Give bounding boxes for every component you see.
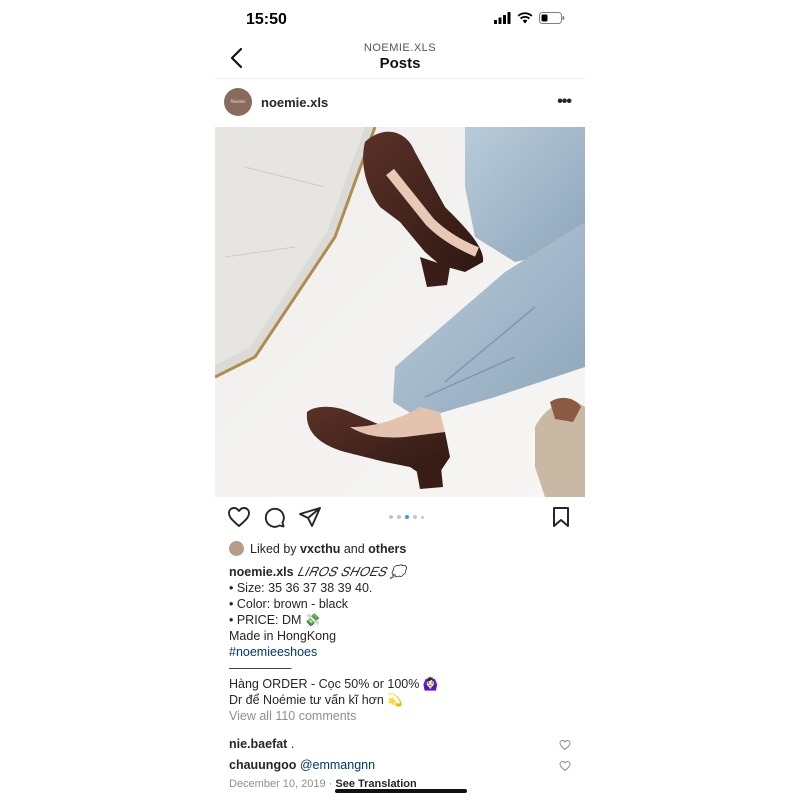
post-caption: noemie.xls 𝐿𝐼𝑅𝑂𝑆 𝑆𝐻𝑂𝐸𝑆 💭 • Size: 35 36 3… [229,564,574,724]
signal-icon [494,12,511,24]
caption-username[interactable]: noemie.xls [229,565,294,579]
caption-order-line: Dr để Noémie tư vấn kĩ hơn 💫 [229,693,403,707]
carousel-dot-active [405,515,409,519]
carousel-dot [397,515,401,519]
post-date: December 10, 2019 [229,778,326,790]
caption-brand: 𝐿𝐼𝑅𝑂𝑆 𝑆𝐻𝑂𝐸𝑆 💭 [297,565,407,579]
battery-icon [539,12,565,24]
comment-mention[interactable]: @emmangnn [300,758,375,772]
like-heart-icon[interactable] [227,505,251,529]
carousel-indicator [389,515,424,519]
post-photo[interactable] [215,127,585,497]
likes-others[interactable]: others [368,542,406,556]
carousel-dot [389,515,393,519]
status-time: 15:50 [246,11,287,28]
comment-row: nie.baefat . [229,737,294,751]
nav-subtitle: NOEMIE.XLS [363,42,437,54]
likes-user[interactable]: vxcthu [300,542,340,556]
status-icons [494,12,565,24]
save-bookmark-icon[interactable] [549,505,573,529]
comment-user[interactable]: nie.baefat [229,737,287,751]
caption-line: • Color: brown - black [229,597,349,611]
post-header: Noemie noemie.xls ••• [215,84,585,122]
phone-screen: 15:50 NOEMIE.XLS Posts Noemie noemie.xls… [215,0,585,800]
home-indicator[interactable] [335,789,467,793]
top-nav: NOEMIE.XLS Posts [215,40,585,79]
view-all-comments-link[interactable]: View all 110 comments [229,708,574,724]
comment-row: chauungoo @emmangnn [229,758,375,772]
caption-order-line: Hàng ORDER - Cọc 50% or 100% 🙆🏻‍♀️ [229,677,439,691]
comment-user[interactable]: chauungoo [229,758,296,772]
comment-bubble-icon[interactable] [262,505,286,529]
carousel-dot [421,515,424,519]
likes-middle: and [343,541,365,556]
more-options-icon[interactable]: ••• [557,93,572,111]
caption-divider: ————— [229,661,292,675]
shoes-photo-image [215,127,585,497]
status-bar: 15:50 [215,0,585,40]
caption-line: • PRICE: DM 💸 [229,613,321,627]
avatar[interactable]: Noemie [224,88,252,116]
likes-line: Liked by vxcthu and others [229,541,406,556]
liker-avatar [229,541,244,556]
comment-text: . [290,737,295,751]
caption-line: • Size: 35 36 37 38 39 40. [229,581,373,595]
comment-like-heart-icon[interactable] [559,760,571,772]
caption-header: noemie.xls 𝐿𝐼𝑅𝑂𝑆 𝑆𝐻𝑂𝐸𝑆 💭 [229,564,574,580]
caption-hashtag[interactable]: #noemieeshoes [229,644,574,660]
avatar-logo: Noemie [230,99,246,105]
nav-title: Posts [379,55,421,72]
likes-prefix: Liked by [250,541,297,556]
comment-like-heart-icon[interactable] [559,739,571,751]
share-send-icon[interactable] [298,505,322,529]
post-username[interactable]: noemie.xls [261,95,328,110]
carousel-dot [413,515,417,519]
post-actions [215,505,585,531]
caption-line: Made in HongKong [229,629,337,643]
wifi-icon [517,12,533,24]
